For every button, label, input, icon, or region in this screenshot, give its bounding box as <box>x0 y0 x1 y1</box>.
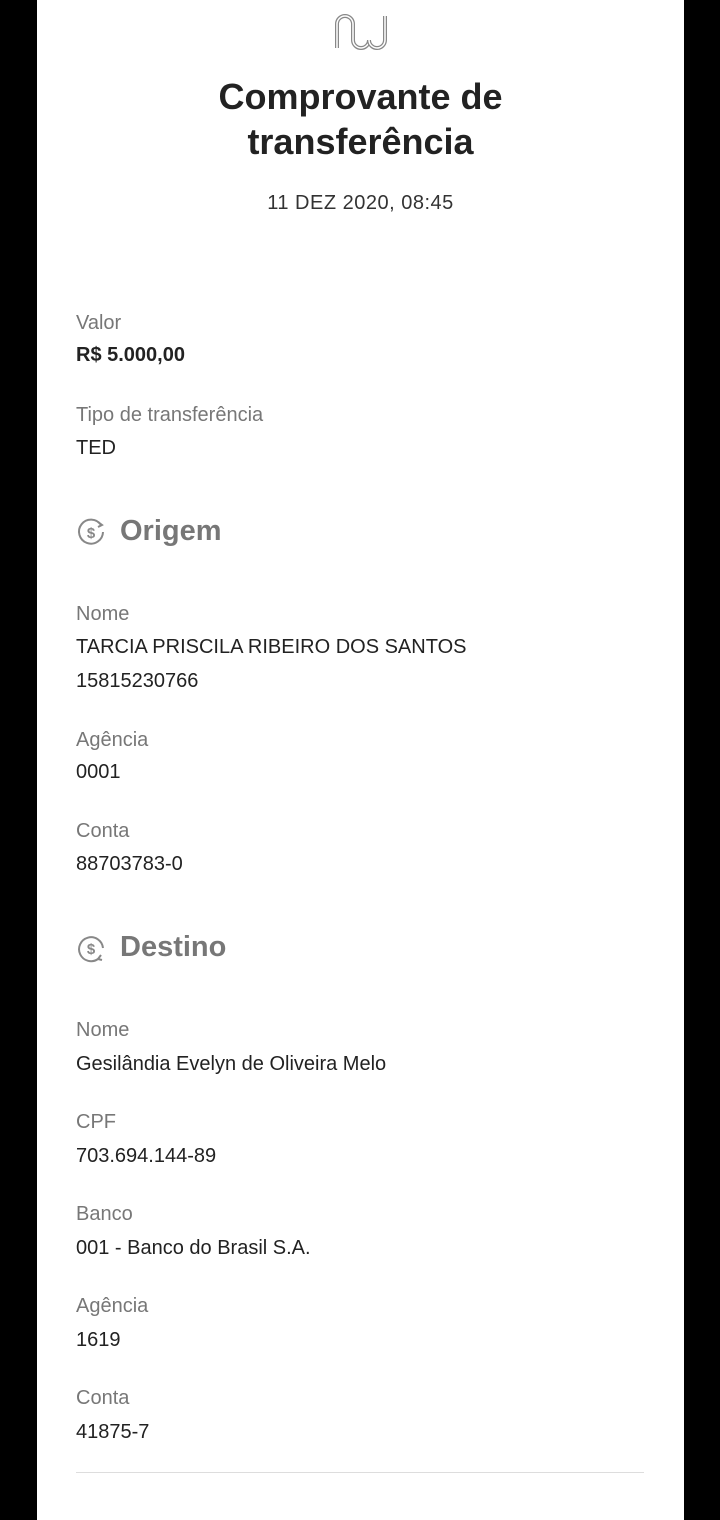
destino-agencia-label: Agência <box>76 1295 149 1317</box>
dollar-circle-icon: $ <box>78 518 104 545</box>
title-line-1: Comprovante de <box>218 76 503 117</box>
origem-conta-label: Conta <box>76 820 130 842</box>
destino-nome-label: Nome <box>76 1019 130 1041</box>
destino-cpf-label: CPF <box>76 1111 116 1133</box>
divider <box>76 1472 644 1473</box>
tipo-label: Tipo de transferência <box>76 404 264 426</box>
receipt-page: Comprovante de transferência 11 DEZ 2020… <box>37 0 684 1520</box>
destino-banco-label: Banco <box>76 1203 133 1225</box>
destino-agencia-value: 1619 <box>76 1329 121 1351</box>
destino-conta-value: 41875-7 <box>76 1421 150 1443</box>
valor-label: Valor <box>76 312 122 334</box>
origem-nome-label: Nome <box>76 603 130 625</box>
valor-value: R$ 5.000,00 <box>76 344 185 366</box>
title-line-2: transferência <box>247 121 474 162</box>
destino-heading-text: Destino <box>120 931 227 963</box>
nubank-logo <box>37 10 684 59</box>
svg-text:$: $ <box>87 941 96 958</box>
destino-heading: $ Destino <box>76 931 226 964</box>
origem-nome-doc: 15815230766 <box>76 670 199 692</box>
transfer-date: 11 DEZ 2020, 08:45 <box>267 192 454 214</box>
destino-cpf-value: 703.694.144-89 <box>76 1145 217 1167</box>
tipo-value: TED <box>76 437 116 459</box>
page-title: Comprovante de transferência <box>37 74 684 164</box>
dollar-circle-icon: $ <box>78 935 104 962</box>
origem-agencia-label: Agência <box>76 729 149 751</box>
destino-nome-value: Gesilândia Evelyn de Oliveira Melo <box>76 1053 387 1075</box>
origem-heading-text: Origem <box>120 515 222 547</box>
svg-text:$: $ <box>87 525 96 542</box>
nu-logo-icon <box>334 14 387 50</box>
origem-agencia-value: 0001 <box>76 761 121 783</box>
origem-conta-value: 88703783-0 <box>76 853 183 875</box>
origem-nome-value: TARCIA PRISCILA RIBEIRO DOS SANTOS <box>76 636 467 658</box>
origem-heading: $ Origem <box>76 515 222 548</box>
destino-banco-value: 001 - Banco do Brasil S.A. <box>76 1237 311 1259</box>
destino-conta-label: Conta <box>76 1387 130 1409</box>
